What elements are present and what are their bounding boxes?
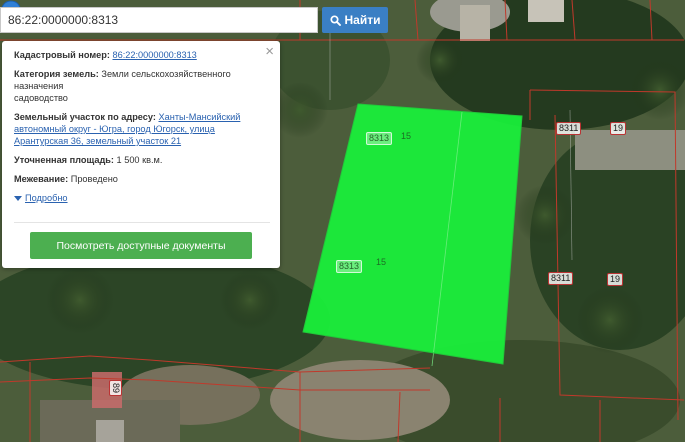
cadastral-number-link[interactable]: 86:22:0000000:8313 <box>112 50 196 60</box>
plot-number-label: 8311 <box>548 272 574 285</box>
search-button[interactable]: Найти <box>322 7 388 33</box>
survey-row: Межевание: Проведено <box>14 173 268 185</box>
close-icon[interactable]: × <box>265 44 274 60</box>
address-label: Земельный участок по адресу: <box>14 112 156 122</box>
plot-number-label: 19 <box>607 273 624 286</box>
parcel-info-popup: × Кадастровый номер: 86:22:0000000:8313 … <box>2 41 280 268</box>
survey-label: Межевание: <box>14 174 69 184</box>
plot-number-label: 19 <box>610 122 627 135</box>
area-label: Уточненная площадь: <box>14 155 114 165</box>
caret-down-icon <box>14 195 22 201</box>
cadastral-number-label: Кадастровый номер: <box>14 50 110 60</box>
land-category-row: Категория земель: Земли сельскохозяйстве… <box>14 68 268 104</box>
popup-divider <box>14 222 270 223</box>
land-use-value: садоводство <box>14 93 68 103</box>
address-row: Земельный участок по адресу: Ханты-Манси… <box>14 111 268 147</box>
plot-number-label: 15 <box>401 131 412 141</box>
cadastral-number-row: Кадастровый номер: 86:22:0000000:8313 <box>14 49 268 61</box>
search-input[interactable] <box>0 7 318 33</box>
plot-number-label: 8313 <box>366 132 393 145</box>
search-icon <box>329 14 341 26</box>
details-link[interactable]: Подробно <box>25 192 68 204</box>
survey-value: Проведено <box>70 174 118 184</box>
plot-number-label: 15 <box>376 257 387 267</box>
plot-number-label: 8311 <box>556 122 582 135</box>
view-documents-button[interactable]: Посмотреть доступные документы <box>30 232 252 259</box>
search-button-label: Найти <box>344 13 381 27</box>
area-value: 1 500 кв.м. <box>116 155 163 165</box>
plot-number-label: 89 <box>109 380 122 397</box>
details-toggle[interactable]: Подробно <box>14 192 268 204</box>
area-row: Уточненная площадь: 1 500 кв.м. <box>14 154 268 166</box>
plot-number-label: 8313 <box>336 260 363 273</box>
land-category-label: Категория земель: <box>14 69 99 79</box>
